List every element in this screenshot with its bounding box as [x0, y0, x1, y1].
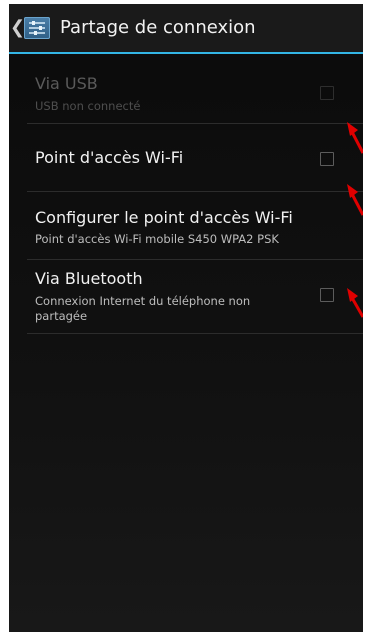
- item-title-configure-hotspot: Configurer le point d'accès Wi-Fi: [35, 208, 293, 227]
- divider: [27, 333, 363, 334]
- page-title: Partage de connexion: [60, 17, 256, 38]
- list-item-via-usb[interactable]: Via USB USB non connecté: [27, 56, 363, 124]
- annotation-arrow-icon: [347, 122, 363, 154]
- annotation-arrow-icon: [347, 288, 363, 318]
- checkbox-via-bluetooth[interactable]: [320, 288, 334, 302]
- list-item-wifi-hotspot[interactable]: Point d'accès Wi-Fi: [27, 124, 363, 191]
- phone-screen: ❮ Partage de connexion Via USB USB non c…: [9, 4, 363, 632]
- item-summary-via-bluetooth: Connexion Internet du téléphone non part…: [35, 294, 251, 323]
- item-title-via-bluetooth: Via Bluetooth: [35, 269, 143, 288]
- checkbox-via-usb[interactable]: [320, 86, 334, 100]
- action-bar: ❮ Partage de connexion: [9, 4, 363, 54]
- settings-icon[interactable]: [24, 17, 50, 39]
- item-title-via-usb: Via USB: [35, 74, 98, 93]
- item-summary-configure-hotspot: Point d'accès Wi-Fi mobile S450 WPA2 PSK: [35, 232, 279, 246]
- list-item-configure-hotspot[interactable]: Configurer le point d'accès Wi-Fi Point …: [27, 192, 363, 259]
- annotation-arrow-icon: [347, 184, 363, 216]
- item-title-wifi-hotspot: Point d'accès Wi-Fi: [35, 148, 184, 167]
- back-caret-icon[interactable]: ❮: [10, 17, 25, 39]
- checkbox-wifi-hotspot[interactable]: [320, 152, 334, 166]
- list-item-via-bluetooth[interactable]: Via Bluetooth Connexion Internet du télé…: [27, 260, 363, 332]
- item-summary-via-usb: USB non connecté: [35, 99, 141, 113]
